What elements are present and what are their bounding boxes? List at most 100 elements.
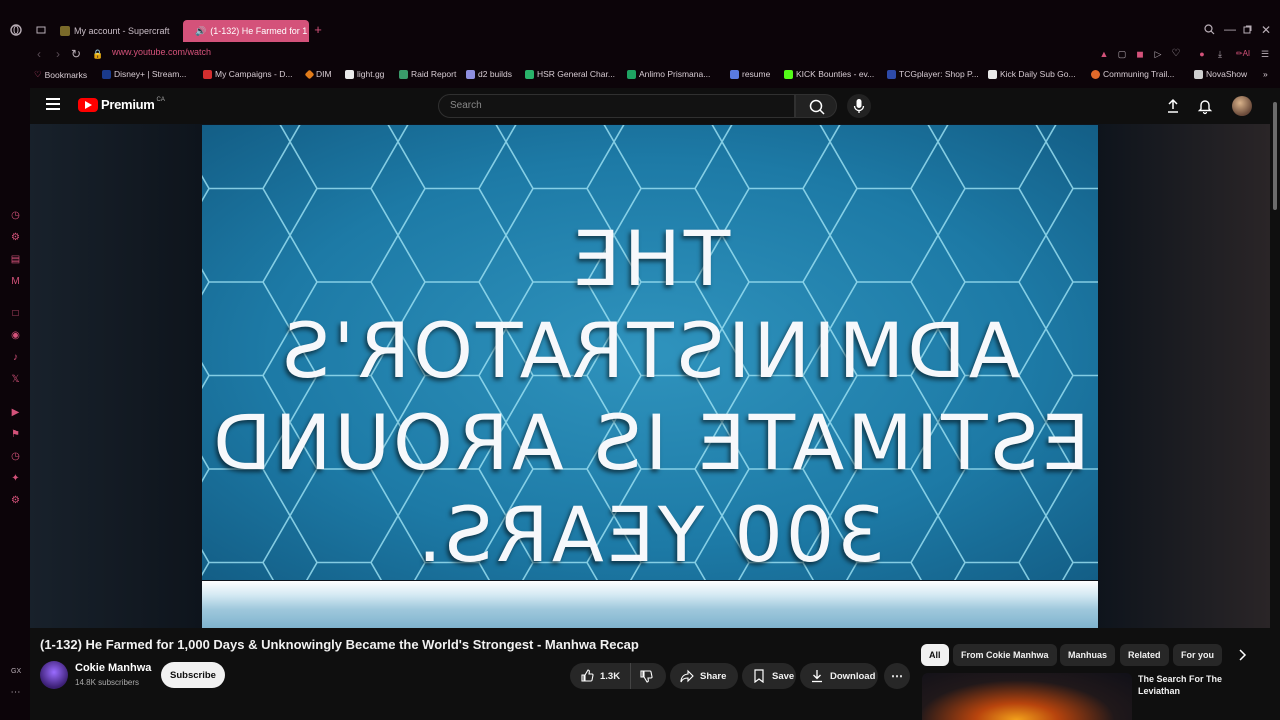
maximize-icon[interactable] [1242,23,1252,37]
youtube-logo[interactable]: Premium CA [78,97,165,112]
search-tabs-icon[interactable] [1202,24,1216,38]
address-bar: ‹ › ↻ 🔒 www.youtube.com/watch ▲ ▢ ◼ ▷ ♡ … [0,44,1280,64]
ai-icon[interactable]: ✏AI [1232,47,1254,61]
gx-corner-icon[interactable]: ▤ [9,253,22,266]
snapshot-icon[interactable]: ▢ [1117,47,1127,61]
menu-icon[interactable]: ☰ [1260,47,1270,61]
hsr-icon [525,69,534,79]
overlay-line: 300 YEARS. [414,490,886,579]
share-label: Share [700,670,727,682]
back-icon[interactable]: ‹ [34,47,44,61]
more-actions-button[interactable]: ⋯ [884,663,910,689]
gx-label: GX [11,668,22,675]
pin-icon[interactable]: ⚑ [9,428,22,441]
gx-control-icon[interactable]: ⚙ [9,231,22,244]
recommendation-thumbnail[interactable] [922,673,1132,720]
reload-icon[interactable]: ↻ [70,47,82,61]
video-frame: THE ADMINISTRATOR'S ESTIMATE IS AROUND 3… [202,125,1098,580]
recommendation-title[interactable]: The Search For The Leviathan [1138,673,1248,697]
history-icon[interactable]: ◷ [9,450,22,463]
minimize-icon[interactable]: — [1224,22,1236,36]
bookmark-item[interactable]: HSR General Char... [525,69,615,79]
channel-avatar[interactable] [40,661,68,689]
masthead: Premium CA [30,88,1270,124]
shield-icon[interactable]: ◼ [1135,47,1145,61]
chevron-right-icon[interactable] [1235,648,1249,662]
tab-label: (1-132) He Farmed for 1 [210,26,308,36]
instagram-icon[interactable]: ◉ [9,329,22,342]
trail-icon [1091,69,1100,79]
bookmark-item[interactable]: light.gg [345,69,384,79]
extensions-icon[interactable]: ✦ [9,472,22,485]
subscribe-button[interactable]: Subscribe [161,662,225,688]
video-player[interactable]: THE ADMINISTRATOR'S ESTIMATE IS AROUND 3… [30,124,1270,628]
profile-icon[interactable]: ● [1197,47,1207,61]
chip-related[interactable]: Related [1120,644,1169,666]
bookmark-item[interactable]: ♡ Bookmarks [34,69,87,80]
player-icon[interactable]: ▶ [9,406,22,419]
pin-icon[interactable]: ▲ [1099,47,1109,61]
forward-icon[interactable]: › [53,47,63,61]
scrollbar-thumb[interactable] [1273,102,1277,210]
save-label: Save [772,670,795,682]
download-icon[interactable]: ⤓ [1215,47,1225,61]
bookmark-item[interactable]: My Campaigns - D... [203,69,292,79]
bookmark-item[interactable]: resume [730,69,770,79]
lightgg-icon [345,69,354,79]
player-icon[interactable]: ▷ [1153,47,1163,61]
bookmark-item[interactable]: TCGplayer: Shop P... [887,69,979,79]
dim-icon [304,69,315,79]
overlay-line: THE ADMINISTRATOR'S [279,214,1021,395]
chip-from-channel[interactable]: From Cokie Manhwa [953,644,1057,666]
heart-icon[interactable]: ♡ [1171,47,1181,61]
youtube-page: Premium CA Search THE ADMINISTRATOR'S ES… [30,88,1270,720]
chip-for-you[interactable]: For you [1173,644,1222,666]
messenger-icon[interactable]: M [9,275,22,288]
url-field[interactable]: www.youtube.com/watch [112,47,211,57]
chip-all[interactable]: All [921,644,949,666]
video-overlay-text: THE ADMINISTRATOR'S ESTIMATE IS AROUND 3… [202,213,1098,580]
bookmark-item[interactable]: Kick Daily Sub Go... [988,69,1076,79]
opera-menu-icon[interactable] [9,24,23,39]
upload-icon[interactable] [1164,97,1182,115]
settings-icon[interactable]: ⚙ [9,494,22,507]
search-button[interactable] [795,94,837,118]
bookmark-item[interactable]: NovaShow [1194,69,1247,79]
tab-switcher-icon[interactable] [35,24,47,38]
more-icon[interactable]: ⋯ [9,686,22,699]
bookmark-item[interactable]: Disney+ | Stream... [102,69,186,79]
bookmark-item[interactable]: DIM [304,69,332,79]
bookmark-item[interactable]: Communing Trail... [1091,69,1174,79]
tab-youtube[interactable]: 🔊 (1-132) He Farmed for 1 [183,20,309,42]
more-bookmarks-icon[interactable]: » [1263,69,1268,79]
like-dislike-group: 1.3K [570,663,666,689]
speed-dial-icon[interactable]: ◷ [9,209,22,222]
tab-supercraft[interactable]: My account - Supercraft [52,20,180,42]
like-button[interactable]: 1.3K [570,663,632,689]
chip-manhuas[interactable]: Manhuas [1060,644,1116,666]
more-horizontal-icon: ⋯ [891,669,903,683]
x-icon[interactable]: 𝕏 [9,373,22,386]
save-button[interactable]: Save [742,663,796,689]
dndbeyond-icon [203,69,212,79]
tiktok-icon[interactable]: ♪ [9,351,22,364]
thumbs-down-icon[interactable] [639,669,653,683]
share-button[interactable]: Share [670,663,738,689]
channel-name[interactable]: Cokie Manhwa [75,662,151,674]
avatar[interactable] [1232,96,1252,116]
tab-bar: My account - Supercraft 🔊 (1-132) He Far… [0,18,1280,44]
bookmark-item[interactable]: Anlimo Prismana... [627,69,710,79]
bookmark-item[interactable]: d2 builds [466,69,512,79]
new-tab-icon[interactable]: + [312,23,324,37]
bookmark-item[interactable]: Raid Report [399,69,456,79]
notifications-icon[interactable] [1196,97,1214,115]
search-input[interactable] [450,100,750,111]
thumbs-up-icon [581,669,594,682]
bookmark-item[interactable]: KICK Bounties - ev... [784,69,874,79]
download-button[interactable]: Download [800,663,878,689]
close-icon[interactable]: ✕ [1261,23,1271,37]
twitch-icon[interactable]: □ [9,307,22,320]
voice-search-button[interactable] [847,94,871,118]
guide-menu-icon[interactable] [46,98,62,112]
scrollbar[interactable] [1270,88,1280,720]
